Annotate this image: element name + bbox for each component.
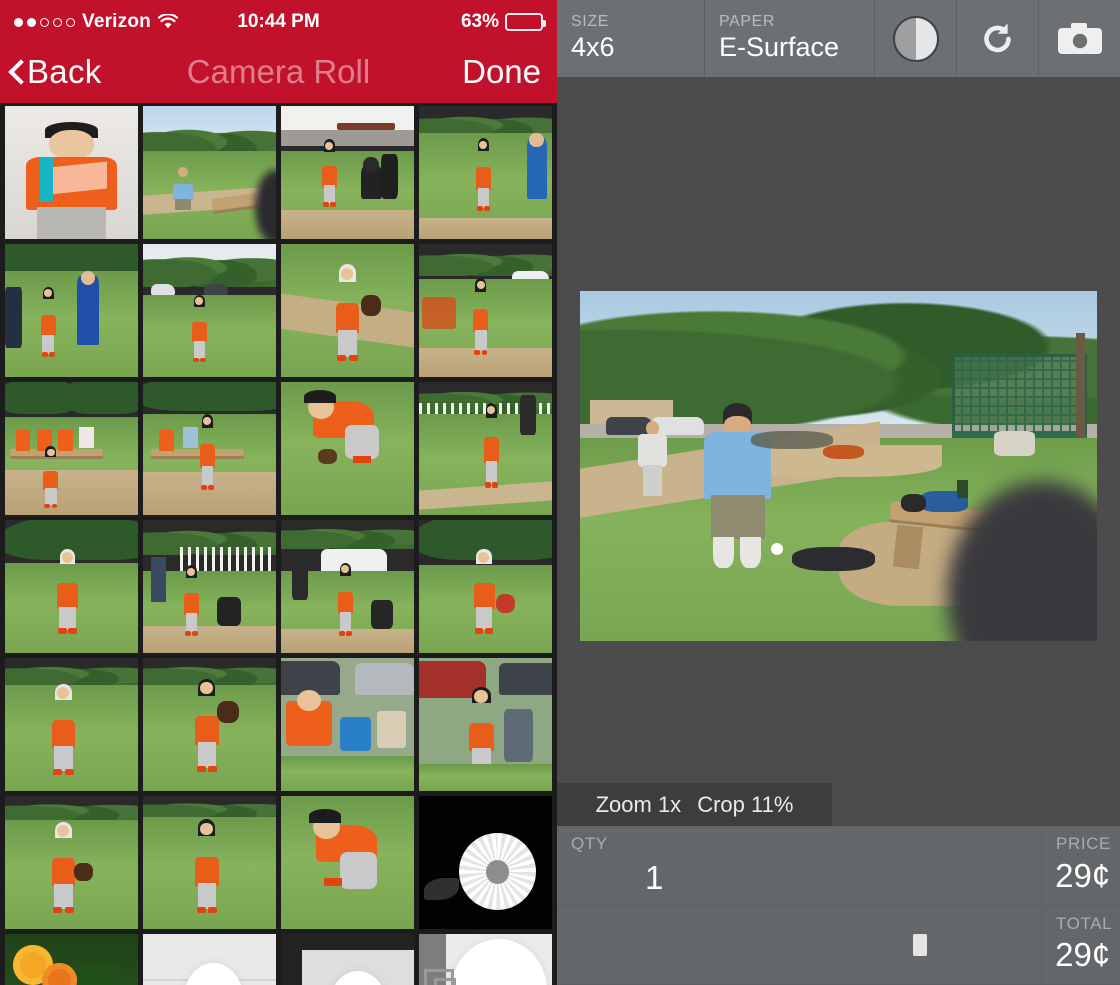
photo-thumbnail[interactable]: [143, 934, 276, 985]
rotate-button[interactable]: [957, 0, 1039, 77]
total-value: 29¢: [1055, 936, 1111, 973]
back-button-label: Back: [27, 52, 102, 90]
battery-icon: [505, 13, 546, 31]
photo-thumbnail[interactable]: [5, 382, 138, 515]
photo-thumbnail[interactable]: [281, 106, 414, 239]
photo-thumbnail[interactable]: [419, 658, 552, 791]
size-value: 4x6: [571, 32, 615, 63]
photo-thumbnail[interactable]: [419, 244, 552, 377]
paper-value: E-Surface: [719, 32, 840, 63]
photo-thumbnail[interactable]: [143, 244, 276, 377]
camera-button[interactable]: [1039, 0, 1120, 77]
battery-percent-label: 63%: [460, 11, 499, 32]
contrast-icon: [892, 15, 939, 62]
total-field: TOTAL 29¢: [1042, 905, 1120, 985]
order-row-top: QTY 1 PRICE 29¢: [557, 826, 1120, 906]
status-bar-left: Verizon: [14, 11, 179, 33]
photo-thumbnail[interactable]: [419, 382, 552, 515]
price-label: PRICE: [1056, 834, 1111, 853]
photo-thumbnail[interactable]: [5, 934, 138, 985]
signal-strength-icon: [14, 17, 75, 27]
photo-preview-stage[interactable]: Pinch to zoom: [557, 77, 1120, 826]
price-field: PRICE 29¢: [1042, 826, 1120, 906]
photo-thumbnail[interactable]: [281, 244, 414, 377]
photo-grid[interactable]: [0, 103, 557, 985]
zoom-crop-status: Zoom 1x Crop 11%: [557, 783, 832, 826]
done-button[interactable]: Done: [462, 53, 541, 91]
contrast-button[interactable]: [875, 0, 957, 77]
photo-thumbnail[interactable]: [5, 796, 138, 929]
qty-stepper[interactable]: [557, 905, 1042, 985]
photo-thumbnail[interactable]: [143, 658, 276, 791]
size-selector[interactable]: SIZE 4x6: [557, 0, 705, 77]
photo-thumbnail[interactable]: [281, 658, 414, 791]
print-order-panel: SIZE 4x6 PAPER E-Surface Zoom 1x Crop 11…: [557, 0, 1120, 985]
photo-thumbnail[interactable]: [5, 244, 138, 377]
photo-thumbnail[interactable]: [281, 520, 414, 653]
layers-icon: [424, 968, 456, 985]
photo-thumbnail[interactable]: [143, 796, 276, 929]
photo-thumbnail[interactable]: [143, 106, 276, 239]
photo-thumbnail[interactable]: [5, 106, 138, 239]
photo-thumbnail[interactable]: [281, 382, 414, 515]
qty-value: 1: [645, 858, 664, 896]
wifi-icon: [157, 13, 179, 30]
total-label: TOTAL: [1056, 913, 1113, 933]
back-button[interactable]: Back: [10, 53, 102, 91]
size-label: SIZE: [571, 12, 609, 30]
order-bar: QTY 1 PRICE 29¢ TOTAL 29¢: [557, 826, 1120, 985]
paper-selector[interactable]: PAPER E-Surface: [705, 0, 875, 77]
order-row-bottom: TOTAL 29¢: [557, 905, 1120, 985]
chevron-left-icon: [10, 60, 23, 84]
qty-field[interactable]: QTY 1: [557, 826, 1042, 906]
photo-thumbnail[interactable]: [419, 934, 552, 985]
photo-thumbnail[interactable]: [143, 382, 276, 515]
ios-status-bar: Verizon 10:44 PM 63%: [0, 0, 557, 44]
paper-label: PAPER: [719, 12, 776, 30]
photo-thumbnail[interactable]: [143, 520, 276, 653]
qty-label: QTY: [571, 834, 608, 853]
navigation-bar: Back Camera Roll Done: [0, 44, 557, 103]
photo-thumbnail[interactable]: [5, 658, 138, 791]
rotate-right-icon: [978, 19, 1018, 59]
photo-thumbnail[interactable]: [419, 796, 552, 929]
zoom-value: Zoom 1x: [595, 791, 682, 817]
order-fields: QTY 1 PRICE 29¢ TOTAL 29¢: [557, 826, 1120, 985]
carrier-label: Verizon: [82, 11, 151, 32]
status-bar-right: 63%: [460, 11, 546, 33]
preview-photo[interactable]: [580, 291, 1097, 641]
crop-value: Crop 11%: [697, 791, 794, 817]
price-value: 29¢: [1055, 856, 1111, 894]
photo-thumbnail[interactable]: [281, 934, 414, 985]
photo-thumbnail[interactable]: [281, 796, 414, 929]
camera-icon: [1057, 22, 1103, 56]
camera-roll-panel: Verizon 10:44 PM 63% Back Camera Roll Do…: [0, 0, 557, 985]
print-toolbar: SIZE 4x6 PAPER E-Surface: [557, 0, 1120, 77]
photo-thumbnail[interactable]: [419, 106, 552, 239]
photo-thumbnail[interactable]: [419, 520, 552, 653]
photo-thumbnail[interactable]: [5, 520, 138, 653]
qty-stepper-thumb[interactable]: [912, 933, 927, 956]
